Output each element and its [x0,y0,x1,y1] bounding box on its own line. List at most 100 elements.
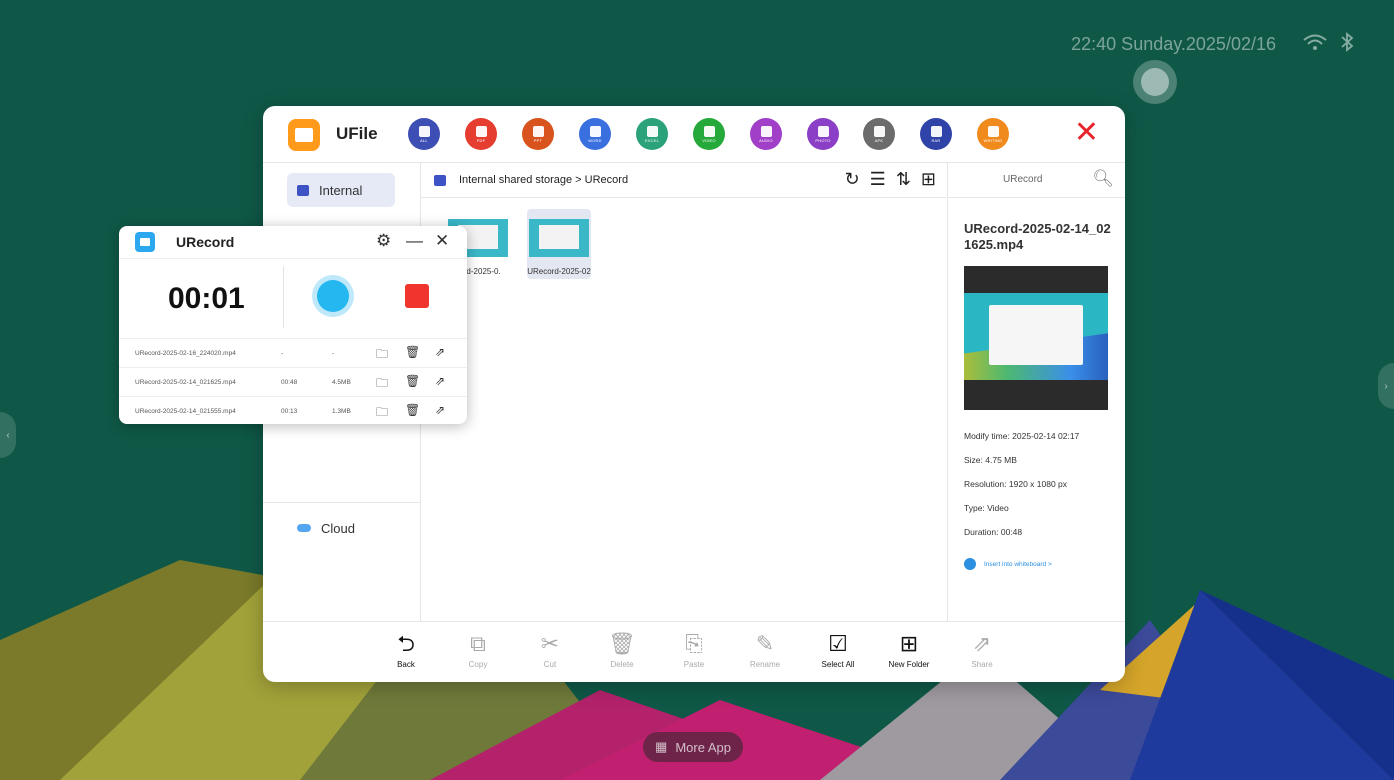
action-label: Share [971,660,993,669]
new-folder-button[interactable]: ⊞ New Folder [884,631,934,670]
resolution: Resolution: 1920 x 1080 px [964,479,1068,489]
cut-button[interactable]: ✂ Cut [525,632,575,670]
search-icon[interactable]: 🔍︎ [1092,169,1114,189]
sidebar-item-label: Cloud [321,520,355,536]
category-audio-button[interactable]: AUDIO [750,118,782,150]
rename-icon: ✎ [755,631,775,656]
select-all-button[interactable]: ☑ Select All [813,632,863,670]
delete-button[interactable]: 🗑︎ Delete [597,632,647,670]
folder-icon[interactable]: 🗀 [376,374,388,395]
delete-icon[interactable]: 🗑︎ [405,345,420,359]
category-ppt-button[interactable]: PPT [522,118,554,150]
rename-button[interactable]: ✎ Rename [740,631,790,670]
detail-filename: URecord-2025-02-14_021625.mp4 [964,221,1111,252]
share-icon[interactable]: ⇗ [435,403,445,417]
detail-header: URecord 🔍︎ [948,163,1125,198]
file-caption: URecord-2025-02 [527,267,591,276]
recording-duration: 00:13 [281,408,298,415]
whiteboard-icon [964,558,976,570]
back-button[interactable]: ⮌ Back [381,632,431,670]
settings-gear-icon[interactable]: ⚙ [376,231,391,251]
action-label: Cut [543,660,557,669]
recording-row: URecord-2025-02-16_224020.mp4 - - 🗀 🗑︎ ⇗ [119,338,467,367]
wifi-icon [1302,33,1328,56]
breadcrumb[interactable]: Internal shared storage > URecord [459,174,628,186]
ufile-title: UFile [336,124,378,143]
urecord-title: URecord [176,234,235,250]
category-rar-button[interactable]: RAR [920,118,952,150]
close-icon[interactable]: ✕ [435,231,449,251]
more-app-label: More App [675,739,731,755]
share-icon: ⇗ [972,631,992,656]
urecord-panel: URecord ⚙ — ✕ 00:01 URecord-2025-02-16_2… [119,226,467,424]
detail-panel: URecord 🔍︎ URecord-2025-02-14_021625.mp4… [947,163,1125,621]
category-label: PDF [476,137,486,143]
pdf-icon [475,125,487,137]
file-browser: Internal shared storage > URecord ↻ ☰ ⇅ … [421,163,946,621]
category-label: EXCEL [644,137,660,143]
list-filter-icon[interactable]: ☰ [870,169,886,190]
recording-name: URecord-2025-02-16_224020.mp4 [135,350,236,357]
category-label: AUDIO [759,137,773,143]
sidebar-item-internal[interactable]: Internal [287,173,395,207]
audio-icon [760,125,772,137]
sidebar-item-cloud[interactable]: Cloud [287,511,395,545]
category-label: WORD [588,137,602,143]
floating-assistant-button[interactable] [1133,60,1177,104]
record-button[interactable] [312,275,354,317]
action-label: Delete [610,660,634,669]
grid-view-icon[interactable]: ⊞ [921,169,936,190]
recording-duration: - [281,350,284,357]
drive-icon[interactable] [434,174,446,186]
folder-icon[interactable]: 🗀 [376,345,388,366]
apk-icon [873,125,885,137]
share-button[interactable]: ⇗ Share [957,631,1007,670]
share-icon[interactable]: ⇗ [435,374,445,388]
category-apk-button[interactable]: APK [863,118,895,150]
category-photo-button[interactable]: PHOTO [807,118,839,150]
minimize-icon[interactable]: — [406,231,423,251]
insert-into-whiteboard-link[interactable]: Insert into whiteboard > [964,558,1052,570]
right-edge-handle[interactable]: › [1378,363,1394,409]
folder-icon[interactable]: 🗀 [376,403,388,424]
recording-duration: 00:48 [281,379,298,386]
close-icon[interactable]: ✕ [1074,118,1099,148]
category-label: ALL [420,137,428,143]
ufile-header: UFile ALL PDF PPT WORD EXCEL VIDEO AUDIO PHOTO A… [263,106,1125,163]
recording-row: URecord-2025-02-14_021625.mp4 00:48 4.5MB 🗀… [119,367,467,396]
action-label: Paste [683,660,705,669]
category-writing-button[interactable]: WRITING [977,118,1009,150]
new-folder-icon: ⊞ [899,631,919,656]
recording-size: 4.5MB [332,379,351,386]
stop-button[interactable] [405,284,429,308]
paste-button[interactable]: ⎘ Paste [669,632,719,670]
sort-icon[interactable]: ⇅ [896,169,911,190]
status-bar: 22:40 Sunday.2025/02/16 [1071,32,1354,57]
category-pdf-button[interactable]: PDF [465,118,497,150]
bluetooth-icon [1340,32,1354,57]
recording-row: URecord-2025-02-14_021555.mp4 00:13 1.3MB 🗀… [119,396,467,424]
share-icon[interactable]: ⇗ [435,345,445,359]
delete-icon[interactable]: 🗑︎ [405,374,420,388]
action-label: Select All [821,660,855,669]
copy-button[interactable]: ⧉ Copy [453,632,503,670]
urecord-header: URecord ⚙ — ✕ [119,226,467,259]
more-app-button[interactable]: ▦ More App [643,732,743,762]
action-label: Copy [468,660,488,669]
photo-icon [817,125,829,137]
delete-icon[interactable]: 🗑︎ [405,403,420,417]
breadcrumb-bar: Internal shared storage > URecord ↻ ☰ ⇅ … [421,163,946,198]
category-all-button[interactable]: ALL [408,118,440,150]
video-preview[interactable] [964,266,1108,410]
sidebar-item-label: Internal [319,182,363,198]
category-label: RAR [931,137,941,143]
category-video-button[interactable]: VIDEO [693,118,725,150]
category-word-button[interactable]: WORD [579,118,611,150]
recording-name: URecord-2025-02-14_021555.mp4 [135,408,236,415]
camera-logo-icon [135,232,155,252]
grid-icon: ▦ [655,739,668,754]
file-item-selected[interactable]: URecord-2025-02 [527,209,591,279]
sidebar-divider [263,502,420,503]
refresh-icon[interactable]: ↻ [845,169,860,190]
category-excel-button[interactable]: EXCEL [636,118,668,150]
